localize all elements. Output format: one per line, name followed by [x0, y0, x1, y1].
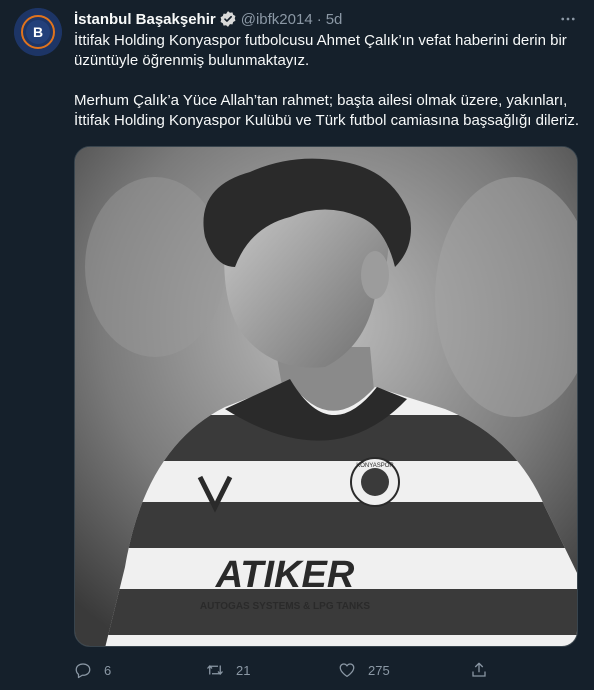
tweet-text-line: İttifak Holding Konyaspor Kulübü ve Türk… — [74, 112, 579, 129]
like-button[interactable]: 275 — [330, 655, 462, 685]
club-logo-icon: B — [14, 8, 62, 56]
like-count: 275 — [368, 662, 390, 678]
share-icon[interactable] — [462, 655, 496, 685]
author-handle[interactable]: @ibfk2014 — [241, 11, 313, 28]
reply-icon[interactable] — [66, 655, 100, 685]
tweet-text-line: İttifak Holding Konyaspor futbolcusu Ahm… — [74, 32, 567, 49]
retweet-button[interactable]: 21 — [198, 655, 330, 685]
tweet[interactable]: B İstanbul Başakşehir @ibfk2014 · 5d İtt… — [0, 0, 594, 690]
player-photo: KONYASPOR ATIKER AUTOGAS SYSTEMS & LPG T… — [75, 147, 577, 646]
retweet-count: 21 — [236, 662, 251, 678]
tweet-text: İttifak Holding Konyaspor futbolcusu Ahm… — [74, 31, 584, 131]
tweet-text-line: Merhum Çalık’a Yüce Allah’tan rahmet; ba… — [74, 92, 568, 109]
reply-count: 6 — [104, 662, 112, 678]
reply-button[interactable]: 6 — [66, 655, 198, 685]
tweet-image[interactable]: KONYASPOR ATIKER AUTOGAS SYSTEMS & LPG T… — [74, 146, 578, 647]
share-button[interactable] — [462, 655, 496, 685]
badge-text: KONYASPOR — [356, 463, 394, 469]
svg-text:B: B — [33, 24, 43, 40]
author-name[interactable]: İstanbul Başakşehir — [74, 11, 216, 28]
tweet-actions: 6 21 275 — [66, 655, 506, 685]
jersey-sponsor-sub: AUTOGAS SYSTEMS & LPG TANKS — [200, 601, 371, 612]
timestamp[interactable]: 5d — [326, 11, 343, 28]
retweet-icon[interactable] — [198, 655, 232, 685]
more-icon[interactable] — [556, 7, 580, 31]
tweet-header: İstanbul Başakşehir @ibfk2014 · 5d — [74, 9, 580, 29]
like-icon[interactable] — [330, 655, 364, 685]
separator: · — [316, 10, 322, 28]
avatar[interactable]: B — [14, 8, 62, 56]
tweet-text-line: üzüntüyle öğrenmiş bulunmaktayız. — [74, 52, 310, 69]
jersey-sponsor: ATIKER — [215, 554, 355, 596]
verified-badge-icon — [219, 10, 237, 28]
